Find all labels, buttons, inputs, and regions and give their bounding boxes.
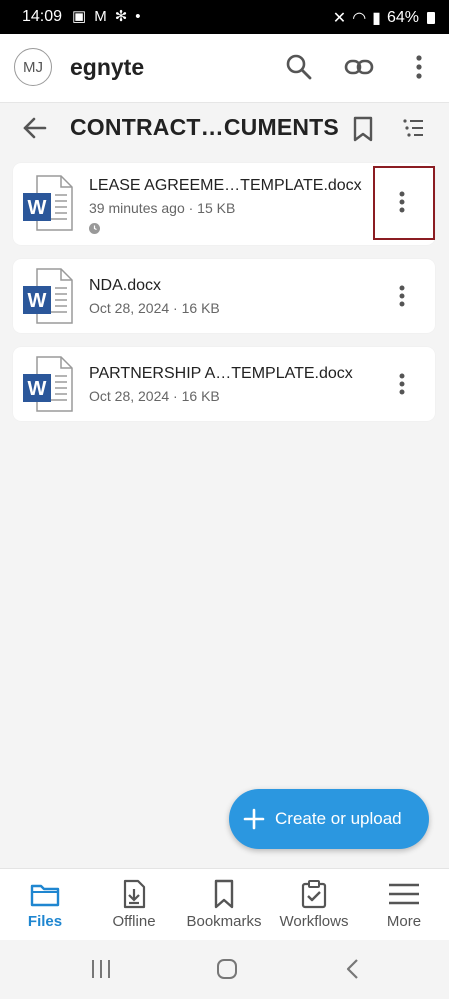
- nav-offline-label: Offline: [112, 913, 156, 930]
- file-row[interactable]: W NDA.docx Oct 28, 2024 · 16 KB: [13, 259, 435, 333]
- menu-icon: [389, 883, 419, 905]
- calendar-icon: ▣: [72, 8, 87, 25]
- system-nav-bar: [0, 940, 449, 999]
- nav-workflows-label: Workflows: [279, 913, 349, 930]
- pinwheel-icon: ✻: [114, 8, 128, 25]
- link-icon[interactable]: [344, 52, 374, 82]
- avatar[interactable]: MJ: [14, 48, 52, 86]
- nav-workflows[interactable]: Workflows: [269, 869, 359, 941]
- clipboard-check-icon: [301, 880, 327, 909]
- svg-text:W: W: [28, 378, 47, 400]
- word-doc-icon: W: [23, 356, 73, 412]
- svg-text:W: W: [28, 197, 47, 219]
- create-or-upload-label: Create or upload: [275, 809, 402, 828]
- file-meta: Oct 28, 2024 · 16 KB: [89, 388, 220, 404]
- file-meta: Oct 28, 2024 · 16 KB: [89, 300, 220, 316]
- svg-text:W: W: [28, 290, 47, 312]
- highlight-box: [373, 166, 435, 240]
- search-icon[interactable]: [284, 52, 314, 82]
- nav-files-label: Files: [27, 913, 63, 930]
- bookmark-icon[interactable]: [352, 116, 374, 142]
- nav-files[interactable]: Files: [0, 869, 90, 941]
- status-bar: 14:09 ▣ M ✻ • ✕ ◠ ▮ 64%: [0, 0, 449, 34]
- clock-icon: [89, 223, 100, 234]
- file-row[interactable]: W PARTNERSHIP A…TEMPLATE.docx Oct 28, 20…: [13, 347, 435, 421]
- word-doc-icon: W: [23, 268, 73, 324]
- file-row[interactable]: W LEASE AGREEME…TEMPLATE.docx 39 minutes…: [13, 163, 435, 245]
- overflow-menu-icon[interactable]: [404, 52, 434, 82]
- offline-download-icon: [123, 879, 146, 909]
- wifi-icon: ◠: [352, 10, 367, 27]
- create-or-upload-button[interactable]: Create or upload: [229, 789, 429, 849]
- status-time: 14:09: [22, 8, 63, 25]
- mute-icon: ✕: [332, 10, 347, 27]
- system-back-icon[interactable]: [342, 958, 364, 980]
- folder-path-bar: CONTRACT…CUMENTS: [0, 104, 449, 152]
- nav-bookmarks-label: Bookmarks: [186, 913, 262, 930]
- file-name: LEASE AGREEME…TEMPLATE.docx: [89, 177, 362, 194]
- home-icon[interactable]: [216, 958, 238, 980]
- file-more-button[interactable]: [387, 367, 417, 401]
- plus-icon: [243, 808, 265, 830]
- nav-more-label: More: [386, 913, 422, 930]
- recent-apps-icon[interactable]: [90, 958, 112, 980]
- battery-icon: [427, 12, 435, 24]
- nav-bookmarks[interactable]: Bookmarks: [179, 869, 269, 941]
- file-name: NDA.docx: [89, 277, 162, 294]
- more-vertical-icon: [399, 373, 405, 395]
- bottom-nav: Files Offline Bookmarks Workflows More: [0, 868, 449, 941]
- back-arrow-icon[interactable]: [22, 115, 48, 141]
- more-vertical-icon: [399, 285, 405, 307]
- file-meta: 39 minutes ago · 15 KB: [89, 200, 236, 216]
- dot-icon: •: [135, 7, 141, 25]
- folder-icon: [30, 884, 60, 907]
- sort-list-icon[interactable]: [402, 118, 424, 138]
- file-name: PARTNERSHIP A…TEMPLATE.docx: [89, 365, 353, 382]
- gmail-icon: M: [94, 7, 107, 25]
- nav-more[interactable]: More: [359, 869, 449, 941]
- folder-title: CONTRACT…CUMENTS: [70, 114, 339, 140]
- app-header: MJ egnyte: [0, 34, 449, 103]
- nav-offline[interactable]: Offline: [89, 869, 179, 941]
- app-name: egnyte: [70, 54, 145, 80]
- signal-icon: ▮: [372, 10, 381, 27]
- battery-level: 64%: [386, 9, 419, 26]
- bookmark-icon: [214, 879, 234, 909]
- file-more-button[interactable]: [387, 279, 417, 313]
- word-doc-icon: W: [23, 175, 73, 231]
